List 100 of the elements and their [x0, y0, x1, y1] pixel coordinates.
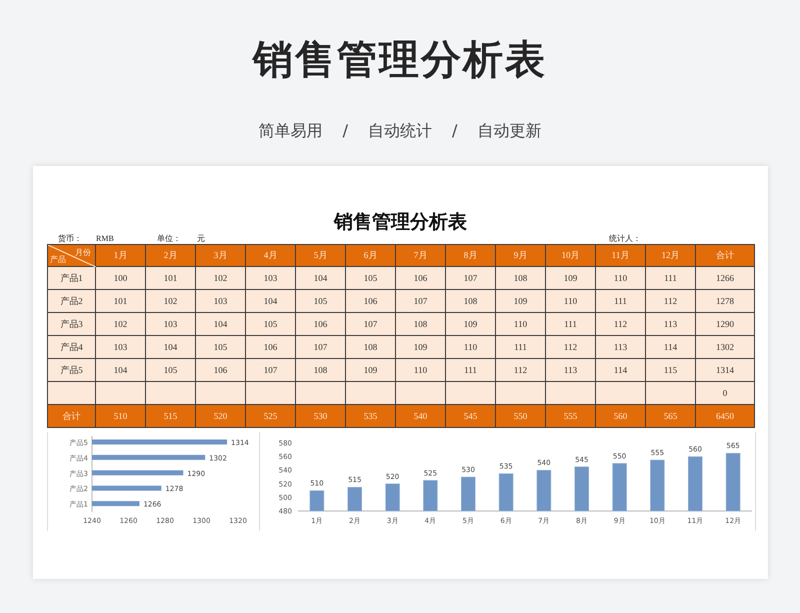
bar [92, 486, 162, 491]
bar [650, 460, 665, 512]
bar [461, 476, 476, 512]
bar [612, 463, 627, 512]
table-cell: 110 [546, 290, 596, 312]
table-cell: 111 [446, 358, 496, 382]
table-cell: 108 [346, 336, 396, 358]
bar [423, 480, 438, 512]
column-header: 7月 [396, 244, 446, 266]
table-cell: 114 [596, 358, 646, 382]
table-cell: 109 [346, 358, 396, 382]
table-cell: 109 [396, 336, 446, 358]
total-cell: 1278 [696, 290, 754, 312]
table-cell: 103 [246, 266, 296, 290]
table-cell: 102 [146, 290, 196, 312]
table-cell: 110 [496, 312, 546, 336]
table-cell: 102 [196, 266, 246, 290]
row-label: 合计 [48, 404, 96, 428]
table-cell: 106 [346, 290, 396, 312]
bar [498, 473, 514, 512]
row-label: 产品1 [48, 266, 96, 290]
table-cell: 103 [96, 336, 146, 358]
page-title: 销售管理分析表 [253, 36, 547, 85]
column-header: 3月 [196, 244, 246, 266]
table-cell: 104 [146, 336, 196, 358]
subtitle-text: 自动更新 [477, 120, 542, 142]
table-cell: 107 [246, 358, 296, 382]
table-cell: 110 [596, 266, 646, 290]
table-cell: 111 [496, 336, 546, 358]
table-cell: 530 [296, 404, 346, 428]
table-cell: 111 [546, 312, 596, 336]
table-cell: 109 [496, 290, 546, 312]
table-cell: 103 [146, 312, 196, 336]
table-cell: 550 [496, 404, 546, 428]
bar [92, 501, 140, 506]
table-cell: 106 [296, 312, 346, 336]
table-cell: 105 [196, 336, 246, 358]
table-cell: 515 [146, 404, 196, 428]
table-cell: 110 [446, 336, 496, 358]
table-cell: 112 [596, 312, 646, 336]
table-cell: 520 [196, 404, 246, 428]
table-cell: 113 [546, 358, 596, 382]
table-cell: 103 [196, 290, 246, 312]
table-cell: 113 [646, 312, 696, 336]
row-label: 产品2 [48, 290, 96, 312]
table-cell: 105 [346, 266, 396, 290]
row-label: 产品5 [48, 358, 96, 382]
table-cell: 104 [246, 290, 296, 312]
table-cell: 113 [596, 336, 646, 358]
table-cell: 110 [396, 358, 446, 382]
subtitle-text: / [452, 120, 458, 142]
table-cell: 535 [346, 404, 396, 428]
table-cell: 107 [346, 312, 396, 336]
bar [574, 466, 589, 512]
table-cell: 105 [296, 290, 346, 312]
bar [310, 490, 324, 512]
table-cell: 107 [296, 336, 346, 358]
bar [348, 486, 362, 512]
total-cell: 1290 [696, 312, 754, 336]
info-value: RMB [96, 234, 115, 244]
table-cell: 112 [496, 358, 546, 382]
table-cell: 105 [246, 312, 296, 336]
total-cell: 0 [696, 382, 754, 404]
column-header: 6月 [346, 244, 396, 266]
column-header: 9月 [496, 244, 546, 266]
table-cell: 102 [96, 312, 146, 336]
table-cell: 101 [146, 266, 196, 290]
table-cell: 101 [96, 290, 146, 312]
table-cell: 111 [646, 266, 696, 290]
column-header: 2月 [146, 244, 196, 266]
table-cell: 560 [596, 404, 646, 428]
table-cell: 108 [296, 358, 346, 382]
subtitle-text: 自动统计 [368, 120, 432, 142]
table-cell: 106 [396, 266, 446, 290]
table-cell: 545 [446, 404, 496, 428]
column-header: 4月 [246, 244, 296, 266]
table-cell: 555 [546, 404, 596, 428]
table-cell: 114 [646, 336, 696, 358]
total-cell: 1302 [696, 336, 754, 358]
table-cell: 104 [96, 358, 146, 382]
table-cell: 104 [296, 266, 346, 290]
column-header: 12月 [646, 244, 696, 266]
column-header: 1月 [96, 244, 146, 266]
column-header: 合计 [696, 244, 754, 266]
bar [688, 456, 702, 512]
table-cell: 104 [196, 312, 246, 336]
total-cell: 6450 [696, 404, 754, 428]
table-cell: 108 [446, 290, 496, 312]
table-cell: 109 [546, 266, 596, 290]
info-label: 统计人： [609, 234, 641, 244]
info-value: 元 [197, 234, 206, 244]
row-label: 产品3 [48, 312, 96, 336]
table-cell: 105 [146, 358, 196, 382]
column-header: 10月 [546, 244, 596, 266]
column-header: 8月 [446, 244, 496, 266]
total-cell: 1314 [696, 358, 754, 382]
table-cell: 109 [446, 312, 496, 336]
table-cell: 107 [446, 266, 496, 290]
table-cell: 111 [596, 290, 646, 312]
table-cell: 510 [96, 404, 146, 428]
